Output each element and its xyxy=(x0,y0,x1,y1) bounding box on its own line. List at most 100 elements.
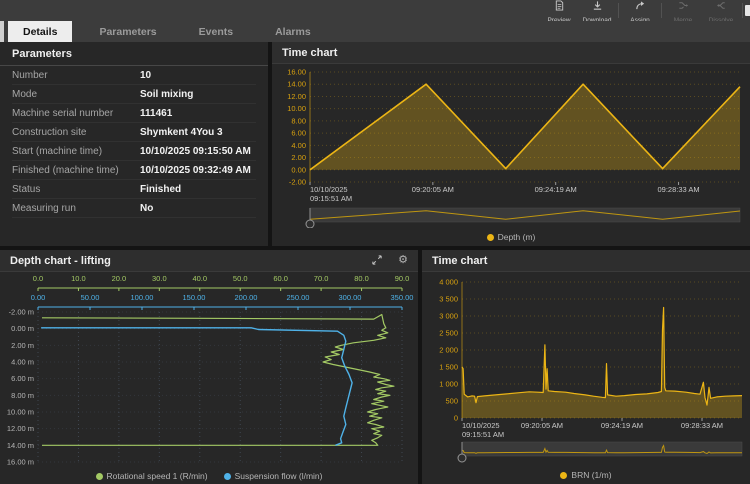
svg-text:70.0: 70.0 xyxy=(314,274,329,283)
tab-parameters[interactable]: Parameters xyxy=(84,21,171,42)
param-value: 111461 xyxy=(140,108,172,119)
svg-text:4.00: 4.00 xyxy=(291,141,306,150)
legend-item-suspension-flow[interactable]: Suspension flow (l/min) xyxy=(224,471,323,481)
svg-text:80.0: 80.0 xyxy=(354,274,369,283)
param-value: Shymkent 4You 3 xyxy=(140,127,223,138)
svg-text:60.0: 60.0 xyxy=(273,274,288,283)
tab-events[interactable]: Events xyxy=(184,21,248,42)
legend-item-brn[interactable]: BRN (1/m) xyxy=(560,470,611,480)
svg-text:1 500: 1 500 xyxy=(439,363,458,372)
tab-bar: Details Parameters Events Alarms xyxy=(0,21,750,42)
svg-text:8.00 m: 8.00 m xyxy=(11,391,34,400)
cropped-toolbar-button[interactable] xyxy=(745,0,750,21)
legend-label: Suspension flow (l/min) xyxy=(235,471,323,481)
svg-text:14.00 m: 14.00 m xyxy=(7,441,34,450)
legend-item-rotational-speed[interactable]: Rotational speed 1 (R/min) xyxy=(96,471,208,481)
parameters-panel: Parameters Number 10 Mode Soil mixing Ma… xyxy=(0,42,268,246)
tab-events-label: Events xyxy=(199,26,233,38)
svg-text:16.00: 16.00 xyxy=(287,68,306,77)
app-window: Preview Download Assign Merge Diss xyxy=(0,0,750,484)
svg-text:150.00: 150.00 xyxy=(183,293,206,302)
tab-parameters-label: Parameters xyxy=(99,26,156,38)
param-row-finished: Finished (machine time) 10/10/2025 09:32… xyxy=(12,161,256,180)
param-label: Measuring run xyxy=(12,203,140,214)
time-chart-top-legend: Depth (m) xyxy=(272,228,750,246)
svg-text:10/10/202509:15:51 AM: 10/10/202509:15:51 AM xyxy=(462,421,504,439)
svg-text:300.00: 300.00 xyxy=(339,293,362,302)
svg-text:50.00: 50.00 xyxy=(81,293,100,302)
download-button[interactable]: Download xyxy=(578,0,616,21)
time-chart-bottom-legend: BRN (1/m) xyxy=(422,466,750,484)
svg-text:-2.00 m: -2.00 m xyxy=(9,308,34,317)
param-value: 10/10/2025 09:15:50 AM xyxy=(140,146,251,157)
tab-alarms[interactable]: Alarms xyxy=(260,21,326,42)
svg-text:0: 0 xyxy=(454,414,458,423)
param-label: Machine serial number xyxy=(12,108,140,119)
svg-text:50.0: 50.0 xyxy=(233,274,248,283)
dissolve-button[interactable]: Dissolve xyxy=(702,0,740,21)
param-value: 10 xyxy=(140,70,151,81)
time-chart-bottom-title: Time chart xyxy=(432,255,487,267)
svg-text:250.00: 250.00 xyxy=(287,293,310,302)
preview-button[interactable]: Preview xyxy=(540,0,578,21)
svg-text:16.00 m: 16.00 m xyxy=(7,458,34,467)
time-chart-bottom-panel: Time chart 4 0003 5003 0002 5002 0001 50… xyxy=(422,250,750,484)
param-row-measuring-run: Measuring run No xyxy=(12,199,256,218)
svg-text:10.0: 10.0 xyxy=(71,274,86,283)
legend-label: Depth (m) xyxy=(498,232,536,242)
dissolve-icon xyxy=(716,0,727,16)
svg-text:2.00 m: 2.00 m xyxy=(11,341,34,350)
svg-text:2.00: 2.00 xyxy=(291,153,306,162)
svg-text:09:20:05 AM: 09:20:05 AM xyxy=(521,421,563,430)
svg-text:09:24:19 AM: 09:24:19 AM xyxy=(601,421,643,430)
assign-button[interactable]: Assign xyxy=(621,0,659,21)
svg-text:10.00: 10.00 xyxy=(287,104,306,113)
param-value: Finished xyxy=(140,184,181,195)
cropped-icon xyxy=(745,5,750,16)
param-label: Number xyxy=(12,70,140,81)
svg-text:500: 500 xyxy=(445,397,458,406)
toolbar-divider xyxy=(661,3,662,18)
download-icon xyxy=(592,0,603,16)
svg-text:0.0: 0.0 xyxy=(33,274,43,283)
preview-icon xyxy=(554,0,565,16)
svg-text:2 500: 2 500 xyxy=(439,329,458,338)
svg-text:100.00: 100.00 xyxy=(131,293,154,302)
parameters-panel-title: Parameters xyxy=(12,48,72,60)
svg-text:12.00 m: 12.00 m xyxy=(7,424,34,433)
time-chart-top-canvas[interactable]: 16.0014.0012.0010.008.006.004.002.000.00… xyxy=(272,64,750,228)
svg-text:30.0: 30.0 xyxy=(152,274,167,283)
time-chart-top-title: Time chart xyxy=(282,47,337,59)
svg-text:4.00 m: 4.00 m xyxy=(11,358,34,367)
legend-label: BRN (1/m) xyxy=(571,470,611,480)
svg-text:8.00: 8.00 xyxy=(291,116,306,125)
svg-text:40.0: 40.0 xyxy=(192,274,207,283)
svg-text:350.00: 350.00 xyxy=(391,293,414,302)
time-chart-bottom-header: Time chart xyxy=(422,250,750,272)
depth-chart-legend: Rotational speed 1 (R/min) Suspension fl… xyxy=(0,468,418,484)
assign-icon xyxy=(635,0,646,16)
tab-alarms-label: Alarms xyxy=(275,26,311,38)
expand-icon[interactable] xyxy=(372,252,382,270)
svg-text:09:24:19 AM: 09:24:19 AM xyxy=(535,185,577,194)
legend-item-depth[interactable]: Depth (m) xyxy=(487,232,536,242)
depth-chart-canvas[interactable]: -2.00 m0.00 m2.00 m4.00 m6.00 m8.00 m10.… xyxy=(0,272,418,468)
gear-icon[interactable]: ⚙ xyxy=(398,255,408,266)
tab-details-label: Details xyxy=(23,26,57,38)
param-row-start: Start (machine time) 10/10/2025 09:15:50… xyxy=(12,142,256,161)
rotational-speed-series-dot xyxy=(96,473,103,480)
param-row-number: Number 10 xyxy=(12,66,256,85)
toolbar-divider xyxy=(618,3,619,18)
svg-text:-2.00: -2.00 xyxy=(289,178,306,187)
param-label: Status xyxy=(12,184,140,195)
svg-text:14.00: 14.00 xyxy=(287,80,306,89)
param-value: Soil mixing xyxy=(140,89,193,100)
svg-text:6.00 m: 6.00 m xyxy=(11,374,34,383)
suspension-flow-series-dot xyxy=(224,473,231,480)
time-chart-top-panel: Time chart 16.0014.0012.0010.008.006.004… xyxy=(272,42,750,246)
tab-details[interactable]: Details xyxy=(8,21,72,42)
time-chart-top-header: Time chart xyxy=(272,42,750,64)
merge-button[interactable]: Merge xyxy=(664,0,702,21)
time-chart-bottom-canvas[interactable]: 4 0003 5003 0002 5002 0001 5001 00050001… xyxy=(422,272,750,466)
svg-text:12.00: 12.00 xyxy=(287,92,306,101)
